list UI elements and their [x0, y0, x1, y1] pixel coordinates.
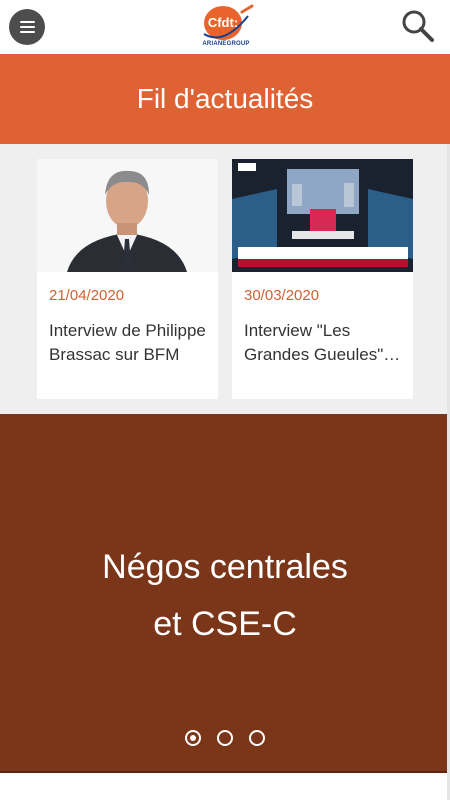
search-icon: [402, 10, 434, 42]
slider-dot[interactable]: [249, 730, 265, 746]
news-date: 21/04/2020: [49, 287, 125, 304]
featured-slider[interactable]: Négos centrales et CSE-C: [0, 414, 450, 772]
menu-button[interactable]: [9, 9, 45, 45]
slide-title-line: Négos centrales: [102, 548, 348, 586]
news-list: 21/04/2020 Interview de Philippe Brassac…: [0, 144, 450, 414]
news-card-image: [232, 159, 413, 272]
cfdt-logo[interactable]: Cfdt: ARIANEGROUP: [198, 4, 254, 50]
hamburger-menu-icon: [19, 21, 35, 23]
news-title: Interview de Philippe Brassac sur BFM: [49, 321, 206, 364]
cfdt-logo-icon: Cfdt:: [203, 4, 254, 40]
portrait-photo-icon: [37, 159, 218, 272]
page-title: Fil d'actualités: [136, 83, 314, 114]
search-button[interactable]: [400, 8, 436, 44]
tv-studio-photo-icon: [232, 159, 413, 272]
slider-dot[interactable]: [217, 730, 233, 746]
slide-title: Négos centrales et CSE-C: [0, 539, 450, 653]
news-card-image: [37, 159, 218, 272]
news-feed-header: Fil d'actualités: [0, 54, 450, 144]
logo-text: Cfdt:: [208, 15, 238, 30]
divider: [0, 771, 450, 773]
slide-title-line: et CSE-C: [153, 605, 297, 643]
slider-dot[interactable]: [185, 730, 201, 746]
news-title: Interview "Les Grandes Gueules" RMC: [244, 321, 384, 364]
news-card[interactable]: 30/03/2020 Interview "Les Grandes Gueule…: [232, 159, 413, 399]
top-bar: Cfdt: ARIANEGROUP: [0, 0, 450, 54]
news-card[interactable]: 21/04/2020 Interview de Philippe Brassac…: [37, 159, 218, 399]
slider-pagination: [0, 730, 450, 746]
logo-subtext: ARIANEGROUP: [202, 41, 250, 47]
news-date: 30/03/2020: [244, 287, 320, 304]
